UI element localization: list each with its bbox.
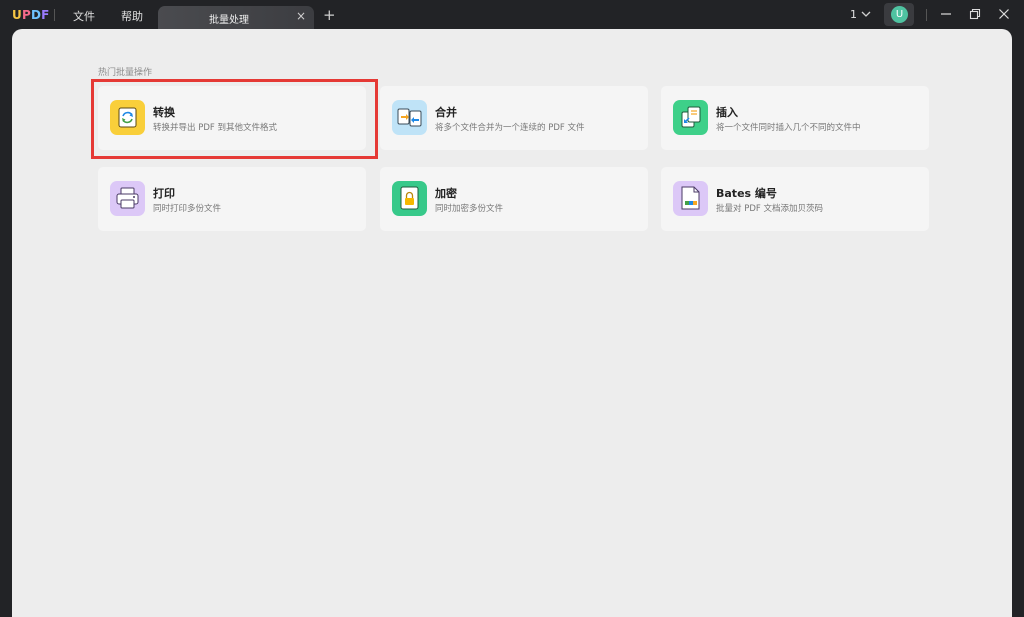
minimize-icon[interactable]: [939, 7, 953, 21]
card-desc: 同时打印多份文件: [153, 204, 222, 214]
menu-file[interactable]: 文件: [73, 8, 95, 24]
tab-batch-process[interactable]: 批量处理 ×: [158, 6, 314, 30]
restore-icon[interactable]: [968, 7, 982, 21]
avatar: U: [891, 6, 908, 23]
card-title: 转换: [153, 106, 175, 119]
card-convert[interactable]: 转换 转换并导出 PDF 到其他文件格式: [98, 86, 366, 150]
title-divider: [54, 9, 55, 21]
bates-icon: [673, 181, 708, 216]
app-logo[interactable]: UPDF: [12, 8, 50, 22]
insert-icon: [673, 100, 708, 135]
merge-icon: [392, 100, 427, 135]
card-print[interactable]: 打印 同时打印多份文件: [98, 167, 366, 231]
page-number[interactable]: 1: [850, 8, 857, 21]
card-title: 加密: [435, 187, 457, 200]
card-desc: 将一个文件同时插入几个不同的文件中: [716, 123, 861, 133]
title-bar: UPDF 文件 帮助 批量处理 × + 1 U: [0, 0, 1024, 30]
section-title: 热门批量操作: [98, 68, 153, 78]
account-button[interactable]: U: [884, 3, 914, 26]
tab-close-icon[interactable]: ×: [296, 9, 306, 23]
card-desc: 同时加密多份文件: [435, 204, 504, 214]
encrypt-icon: [392, 181, 427, 216]
print-icon: [110, 181, 145, 216]
convert-icon: [110, 100, 145, 135]
tab-label: 批量处理: [209, 15, 249, 26]
card-title: 打印: [153, 187, 175, 200]
add-tab-icon[interactable]: +: [323, 6, 336, 24]
card-title: 插入: [716, 106, 738, 119]
card-merge[interactable]: 合并 将多个文件合并为一个连续的 PDF 文件: [380, 86, 648, 150]
card-bates[interactable]: Bates 编号 批量对 PDF 文档添加贝茨码: [661, 167, 929, 231]
card-desc: 转换并导出 PDF 到其他文件格式: [153, 123, 277, 133]
card-desc: 批量对 PDF 文档添加贝茨码: [716, 204, 823, 214]
card-title: Bates 编号: [716, 187, 777, 200]
menu-help[interactable]: 帮助: [121, 8, 143, 24]
batch-panel: 热门批量操作 转换 转换并导出 PDF 到其他文件格式 合并 将多个文件合并为一…: [12, 29, 1012, 617]
title-divider-right: [926, 9, 927, 21]
chevron-down-icon[interactable]: [861, 9, 871, 19]
card-encrypt[interactable]: 加密 同时加密多份文件: [380, 167, 648, 231]
close-window-icon[interactable]: [997, 7, 1011, 21]
card-insert[interactable]: 插入 将一个文件同时插入几个不同的文件中: [661, 86, 929, 150]
card-title: 合并: [435, 106, 457, 119]
card-desc: 将多个文件合并为一个连续的 PDF 文件: [435, 123, 585, 133]
